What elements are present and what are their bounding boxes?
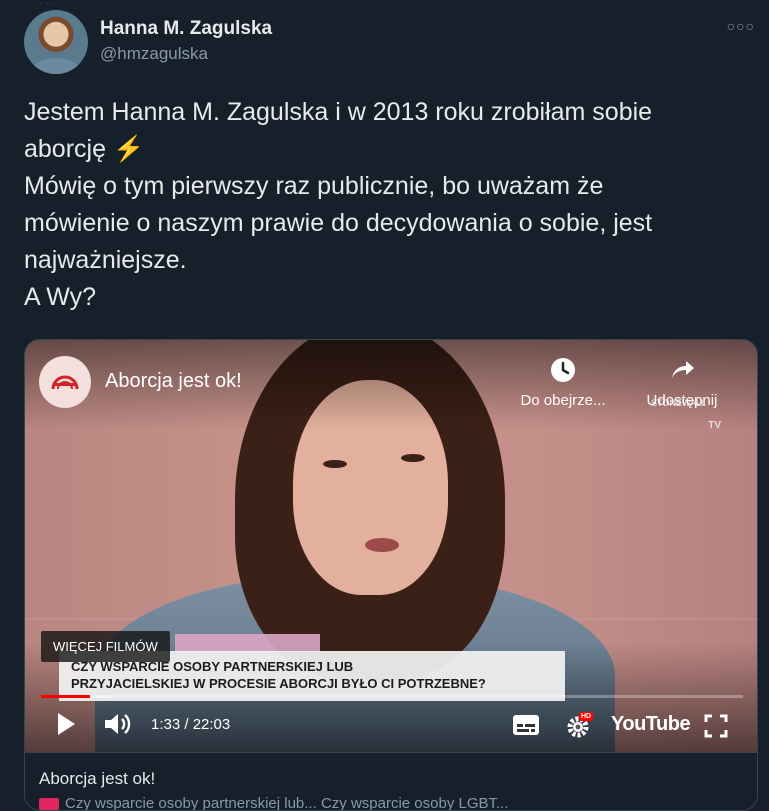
progress-played: [41, 695, 91, 698]
stonewall-watermark: STONEWALL TV: [651, 398, 721, 442]
rainbow-icon: [51, 375, 79, 390]
time-display: 1:33 / 22:03: [151, 716, 231, 733]
play-icon[interactable]: [55, 711, 77, 737]
author-handle[interactable]: @hmzagulska: [100, 44, 208, 64]
avatar-shoulders: [32, 58, 80, 74]
video-player[interactable]: Aborcja jest ok! Do obejrze... Udostępni…: [25, 340, 757, 752]
hd-badge: HD: [579, 712, 594, 721]
card-description-text: Czy wsparcie osoby partnerskiej lub... C…: [65, 795, 509, 811]
subtitles-icon[interactable]: [512, 714, 540, 736]
video-person-mouth: [365, 538, 399, 552]
youtube-logo[interactable]: YouTube: [611, 713, 691, 736]
tweet-line: aborcję: [24, 135, 106, 163]
tweet-line: mówienie o naszym prawie do decydowania …: [24, 209, 653, 237]
card-description: Czy wsparcie osoby partnerskiej lub... C…: [39, 795, 509, 811]
author-name[interactable]: Hanna M. Zagulska: [100, 18, 272, 40]
tweet-line: Jestem Hanna M. Zagulska i w 2013 roku z…: [24, 98, 653, 126]
channel-logo[interactable]: [39, 356, 91, 408]
video-title[interactable]: Aborcja jest ok!: [105, 370, 242, 393]
watch-later-button[interactable]: Do obejrze...: [513, 356, 613, 409]
scroll-artifact: · · ·: [40, 0, 56, 9]
avatar[interactable]: [24, 10, 88, 74]
more-films-button[interactable]: WIĘCEJ FILMÓW: [41, 631, 170, 662]
fullscreen-icon[interactable]: [704, 714, 728, 738]
watermark-text: STONEWALL: [651, 398, 707, 408]
card-title[interactable]: Aborcja jest ok!: [39, 769, 155, 789]
progress-bar[interactable]: [41, 695, 743, 698]
lightning-icon: ⚡: [112, 135, 145, 163]
tweet-line-with-emoji: aborcję ⚡: [24, 131, 754, 168]
more-options-icon[interactable]: ○○○: [727, 18, 755, 34]
video-person-eye: [401, 454, 425, 462]
watch-later-label: Do obejrze...: [520, 392, 606, 409]
card-footer[interactable]: Aborcja jest ok! Czy wsparcie osoby part…: [25, 752, 757, 811]
video-person-eye: [323, 460, 347, 468]
video-card[interactable]: Aborcja jest ok! Do obejrze... Udostępni…: [24, 339, 758, 811]
caption-line: PRZYJACIELSKIEJ W PROCESIE ABORCJI BYŁO …: [71, 676, 486, 691]
clock-icon: [551, 358, 575, 382]
tweet-line: najważniejsze.: [24, 246, 187, 274]
watermark-tv: TV: [708, 420, 721, 431]
tweet-line: Mówię o tym pierwszy raz publicznie, bo …: [24, 172, 604, 200]
share-arrow-icon: [672, 361, 694, 378]
tweet-text: Jestem Hanna M. Zagulska i w 2013 roku z…: [24, 94, 754, 316]
caption-accent-bar: [175, 634, 320, 652]
volume-icon[interactable]: [103, 711, 133, 737]
tweet-line: A Wy?: [24, 283, 97, 311]
